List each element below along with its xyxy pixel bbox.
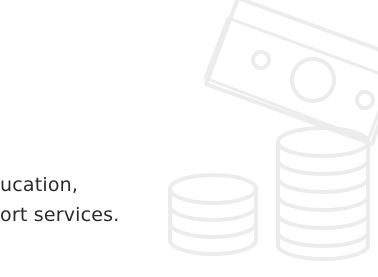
body-text: ucation, ort services. (0, 170, 120, 230)
text-line: ort services. (0, 204, 120, 226)
coin-stack-icon (276, 126, 370, 261)
coin-stack-icon (168, 173, 258, 256)
text-line: ucation, (0, 174, 79, 196)
money-illustration (168, 0, 378, 261)
banknote-icon (203, 0, 378, 146)
